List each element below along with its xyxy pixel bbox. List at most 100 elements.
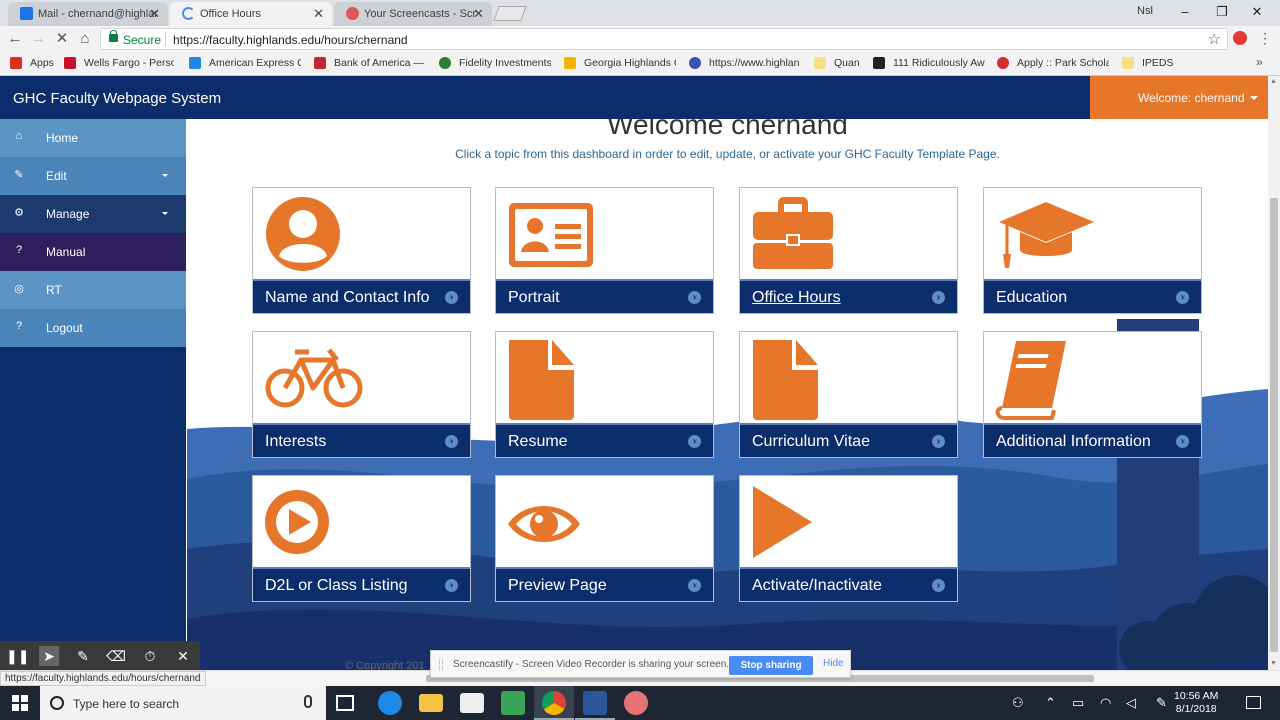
- card-additional-information[interactable]: Additional Information ›: [983, 331, 1202, 458]
- scrollbar-thumb[interactable]: [1270, 198, 1278, 652]
- card-footer[interactable]: Interests ›: [253, 423, 470, 457]
- tab-screencasts[interactable]: Your Screencasts - Screen ✕: [334, 2, 492, 26]
- system-clock[interactable]: 10:56 AM 8/1/2018: [1174, 690, 1218, 716]
- card-portrait[interactable]: Portrait ›: [495, 187, 714, 314]
- close-icon[interactable]: ✕: [149, 6, 160, 22]
- card-footer[interactable]: D2L or Class Listing ›: [253, 567, 470, 601]
- cursor-icon[interactable]: ➤: [39, 646, 59, 666]
- minimize-button[interactable]: –: [1168, 2, 1202, 22]
- card-label: D2L or Class Listing: [265, 577, 408, 594]
- pause-icon[interactable]: ❚❚: [6, 646, 29, 666]
- card-education[interactable]: Education ›: [983, 187, 1202, 314]
- card-footer[interactable]: Additional Information ›: [984, 423, 1201, 457]
- sidebar-item-logout[interactable]: ? Logout: [0, 309, 186, 347]
- battery-icon[interactable]: ▭: [1072, 695, 1084, 711]
- card-resume[interactable]: Resume ›: [495, 331, 714, 458]
- bookmark-111-ridiculously[interactable]: 111 Ridiculously Aw: [873, 57, 985, 70]
- forward-button[interactable]: →: [28, 29, 48, 49]
- store-icon[interactable]: [460, 693, 484, 713]
- card-interests[interactable]: Interests ›: [252, 331, 471, 458]
- bicycle-icon: [265, 348, 363, 408]
- timer-icon[interactable]: ⏱: [140, 646, 160, 666]
- card-office-hours[interactable]: Office Hours ›: [739, 187, 958, 314]
- site-brand[interactable]: GHC Faculty Webpage System: [13, 90, 221, 107]
- stop-loading-button[interactable]: ✕: [52, 29, 72, 49]
- file-explorer-icon[interactable]: [419, 694, 443, 712]
- chevron-up-icon[interactable]: ⌃: [1045, 695, 1056, 711]
- close-window-button[interactable]: ✕: [1240, 2, 1274, 22]
- wifi-icon[interactable]: ◠: [1100, 695, 1111, 711]
- people-icon[interactable]: ⚇: [1012, 695, 1024, 711]
- more-bookmarks-icon[interactable]: »: [1256, 55, 1263, 69]
- sidebar-item-home[interactable]: ⌂ Home: [0, 119, 186, 157]
- card-footer[interactable]: Resume ›: [496, 423, 713, 457]
- chrome-icon[interactable]: [534, 691, 574, 720]
- card-activate-inactivate[interactable]: Activate/Inactivate ›: [739, 475, 958, 602]
- sidebar-item-manage[interactable]: ⚙ Manage: [0, 195, 186, 233]
- close-icon[interactable]: ✕: [173, 646, 193, 666]
- bookmark-quan[interactable]: Quan: [814, 57, 860, 70]
- home-button[interactable]: ⌂: [75, 29, 95, 49]
- windows-taskbar: Type here to search ⚇ ⌃ ▭ ◠ ◁ ✎ 10:56 AM…: [0, 686, 1280, 720]
- bookmark-wells-fargo[interactable]: Wells Fargo - Person: [64, 57, 174, 70]
- bookmark-park-scholar[interactable]: Apply :: Park Scholar: [997, 57, 1109, 70]
- card-d2l-or-class-listing[interactable]: D2L or Class Listing ›: [252, 475, 471, 602]
- word-icon[interactable]: [575, 691, 615, 720]
- pen-workspace-icon[interactable]: ✎: [1156, 695, 1167, 711]
- action-center-icon[interactable]: [1246, 696, 1261, 709]
- eraser-icon[interactable]: ⌫: [106, 646, 126, 666]
- task-view-icon[interactable]: [336, 695, 354, 711]
- card-name-and-contact-info[interactable]: Name and Contact Info ›: [252, 187, 471, 314]
- bookmark-ipeds[interactable]: IPEDS: [1122, 57, 1174, 70]
- spreadsheet-app-icon[interactable]: [501, 691, 525, 715]
- windows-start-icon[interactable]: [12, 695, 28, 711]
- close-icon[interactable]: ✕: [473, 6, 484, 22]
- bookmark-georgia-highlands[interactable]: Georgia Highlands C: [564, 57, 676, 70]
- bookmark-star-icon[interactable]: ☆: [1208, 30, 1221, 48]
- new-tab-button[interactable]: [493, 6, 527, 21]
- profile-name[interactable]: Nsl: [1137, 5, 1153, 17]
- card-footer[interactable]: Curriculum Vitae ›: [740, 423, 957, 457]
- edge-icon[interactable]: [378, 691, 402, 715]
- bookmark-label: 111 Ridiculously Aw: [893, 57, 985, 69]
- card-footer[interactable]: Portrait ›: [496, 279, 713, 313]
- address-bar[interactable]: Secure https://faculty.highlands.edu/hou…: [100, 28, 1228, 50]
- user-menu-dropdown[interactable]: Welcome: chernand: [1090, 76, 1268, 119]
- sidebar-item-edit[interactable]: ✎ Edit: [0, 157, 186, 195]
- card-footer[interactable]: Education ›: [984, 279, 1201, 313]
- drag-handle[interactable]: [439, 659, 443, 670]
- scroll-up-icon[interactable]: ▲: [1270, 78, 1277, 85]
- page-subtitle: Click a topic from this dashboard in ord…: [455, 147, 1000, 161]
- sidebar-item-manual[interactable]: ? Manual: [0, 233, 186, 271]
- scroll-down-icon[interactable]: ▼: [1270, 660, 1277, 667]
- taskbar-search-box[interactable]: Type here to search: [40, 686, 326, 720]
- sidebar-item-rt[interactable]: ◎ RT: [0, 271, 186, 309]
- card-footer[interactable]: Activate/Inactivate ›: [740, 567, 957, 601]
- card-preview-page[interactable]: Preview Page ›: [495, 475, 714, 602]
- tab-mail[interactable]: Mail - chernand@highlan ✕: [8, 2, 168, 26]
- maximize-button[interactable]: ❐: [1205, 2, 1239, 22]
- top-navbar: GHC Faculty Webpage System Welcome: cher…: [0, 76, 1268, 119]
- card-footer[interactable]: Name and Contact Info ›: [253, 279, 470, 313]
- snipping-tool-icon[interactable]: [624, 691, 648, 715]
- bookmark-amex[interactable]: American Express Cr: [189, 57, 301, 70]
- url-text[interactable]: https://faculty.highlands.edu/hours/cher…: [173, 33, 408, 47]
- card-curriculum-vitae[interactable]: Curriculum Vitae ›: [739, 331, 958, 458]
- tab-office-hours[interactable]: Office Hours ✕: [170, 2, 332, 26]
- chrome-menu-icon[interactable]: ⋮: [1258, 30, 1272, 47]
- card-footer[interactable]: Office Hours ›: [740, 279, 957, 313]
- bookmark-highlands-site[interactable]: https://www.highlan: [689, 57, 801, 70]
- bookmark-apps[interactable]: Apps: [10, 57, 54, 70]
- back-button[interactable]: ←: [5, 29, 25, 49]
- card-footer[interactable]: Preview Page ›: [496, 567, 713, 601]
- hide-button[interactable]: Hide: [823, 658, 844, 669]
- bookmark-bank-of-america[interactable]: Bank of America —: [314, 57, 426, 70]
- stop-sharing-button[interactable]: Stop sharing: [729, 656, 813, 675]
- volume-icon[interactable]: ◁: [1126, 695, 1136, 711]
- page-scrollbar[interactable]: ▲ ▼: [1268, 76, 1280, 670]
- extension-icon[interactable]: [1233, 31, 1247, 45]
- pen-icon[interactable]: ✎: [73, 646, 93, 666]
- close-icon[interactable]: ✕: [313, 6, 324, 22]
- bookmark-fidelity[interactable]: Fidelity Investments: [439, 57, 551, 70]
- microphone-icon[interactable]: [304, 695, 312, 708]
